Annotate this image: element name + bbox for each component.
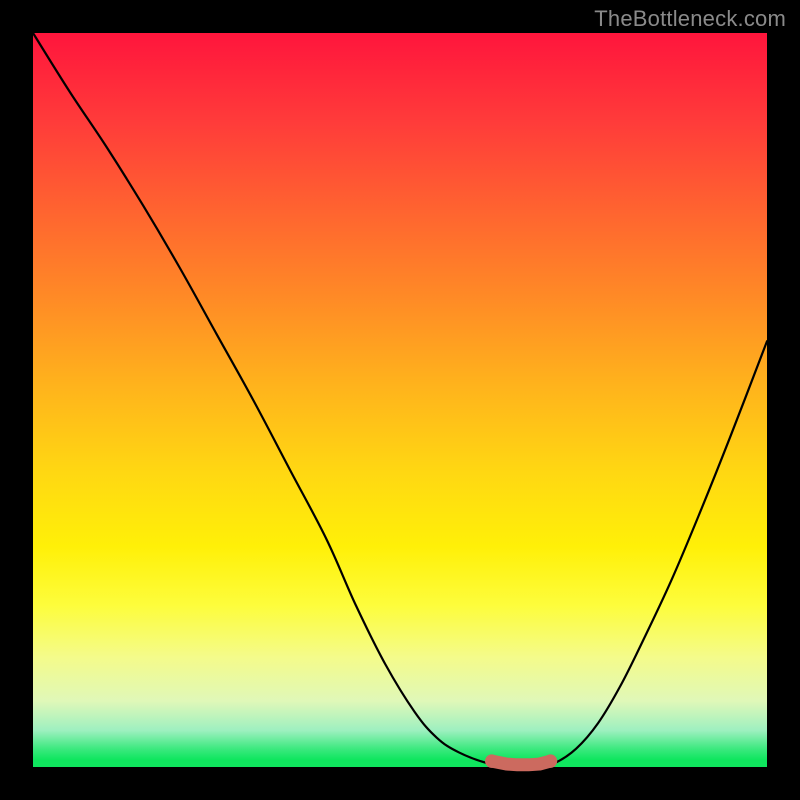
chart-svg bbox=[33, 33, 767, 767]
watermark-text: TheBottleneck.com bbox=[594, 6, 786, 32]
chart-frame: TheBottleneck.com bbox=[0, 0, 800, 800]
optimal-range-endpoint bbox=[485, 754, 498, 767]
optimal-range-endpoint bbox=[544, 754, 557, 767]
bottleneck-curve bbox=[33, 33, 767, 766]
optimal-range-line bbox=[492, 761, 551, 765]
optimal-range-markers bbox=[485, 754, 557, 767]
